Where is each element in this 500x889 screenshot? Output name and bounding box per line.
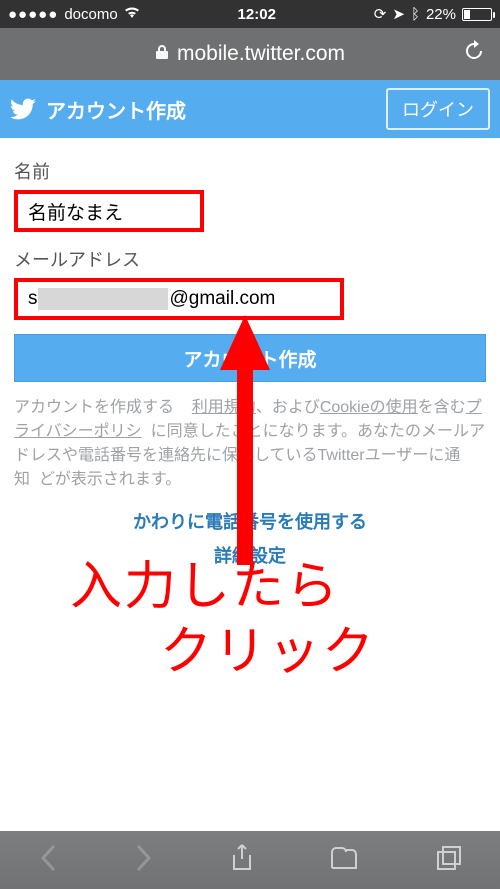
forward-icon[interactable] [134,844,154,877]
rotation-lock-icon: ⟳ [374,5,387,23]
carrier-label: docomo [64,6,117,23]
page-title: アカウント作成 [46,95,386,124]
email-prefix: s [28,288,38,310]
share-icon[interactable] [230,843,254,878]
email-input[interactable]: s @gmail.com [18,282,340,316]
twitter-header: アカウント作成 ログイン [0,80,500,138]
annotation-highlight-name [14,190,204,232]
terms-text: アカウントを作成する 利用規約、およびCookieの使用を含むプライバシーポリシ… [0,382,500,492]
bookmarks-icon[interactable] [330,846,360,875]
url-domain: mobile.twitter.com [177,42,345,66]
terms-link[interactable]: 利用規約 [192,399,256,416]
annotation-text: 入力したら クリック [70,555,376,685]
email-suffix: @gmail.com [170,288,276,310]
browser-bottom-bar [0,831,500,889]
lock-icon [155,42,169,66]
tabs-icon[interactable] [436,845,462,876]
battery-pct: 22% [426,6,456,23]
reload-icon[interactable] [462,39,486,69]
status-bar: ●●●●● docomo 12:02 ⟳ ➤ ᛒ 22% [0,0,500,28]
redacted-block [38,288,168,310]
bluetooth-icon: ᛒ [411,6,420,23]
location-icon: ➤ [392,5,405,23]
name-input[interactable] [18,194,200,228]
name-label: 名前 [14,158,486,184]
login-button[interactable]: ログイン [386,88,490,130]
cookie-link[interactable]: Cookieの使用 [320,399,418,416]
use-phone-link[interactable]: かわりに電話番号を使用する [0,508,500,534]
annotation-highlight-email: s @gmail.com [14,278,344,320]
browser-url-bar[interactable]: mobile.twitter.com [0,28,500,80]
back-icon[interactable] [38,844,58,877]
signal-dots-icon: ●●●●● [8,6,58,23]
email-label: メールアドレス [14,246,486,272]
clock: 12:02 [238,6,276,23]
create-account-button[interactable]: アカウント作成 [14,334,486,382]
battery-icon [462,8,492,21]
wifi-icon [124,6,140,23]
twitter-bird-icon [10,98,36,120]
